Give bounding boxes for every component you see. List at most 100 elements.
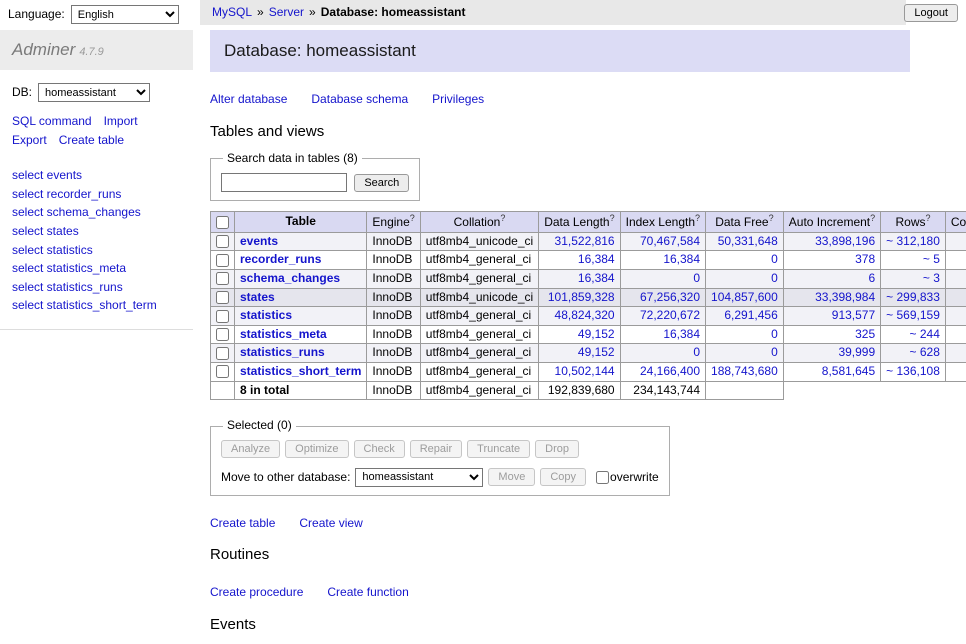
data-length-link[interactable]: 10,502,144 bbox=[555, 364, 615, 378]
index-length-link[interactable]: 70,467,584 bbox=[640, 234, 700, 248]
table-name-link[interactable]: states bbox=[240, 290, 275, 304]
index-length-link[interactable]: 67,256,320 bbox=[640, 290, 700, 304]
table-name-link[interactable]: statistics_runs bbox=[240, 345, 325, 359]
drop-button[interactable]: Drop bbox=[535, 440, 579, 458]
index-length-link[interactable]: 16,384 bbox=[663, 252, 700, 266]
auto-increment-link[interactable]: 325 bbox=[855, 327, 875, 341]
column-hint-link[interactable]: ? bbox=[695, 213, 700, 223]
db-action-link[interactable]: Alter database bbox=[210, 92, 287, 106]
auto-increment-link[interactable]: 33,398,984 bbox=[815, 290, 875, 304]
row-checkbox[interactable] bbox=[216, 328, 229, 341]
data-free-link[interactable]: 0 bbox=[771, 271, 778, 285]
row-checkbox[interactable] bbox=[216, 291, 229, 304]
data-free-link[interactable]: 104,857,600 bbox=[711, 290, 778, 304]
optimize-button[interactable]: Optimize bbox=[285, 440, 348, 458]
data-length-link[interactable]: 31,522,816 bbox=[555, 234, 615, 248]
copy-button[interactable]: Copy bbox=[540, 468, 586, 486]
data-free-link[interactable]: 0 bbox=[771, 252, 778, 266]
db-action-link[interactable]: Database schema bbox=[311, 92, 408, 106]
sidebar-link[interactable]: Create table bbox=[59, 133, 124, 149]
data-length-link[interactable]: 16,384 bbox=[578, 252, 615, 266]
row-checkbox[interactable] bbox=[216, 272, 229, 285]
index-length-link[interactable]: 16,384 bbox=[663, 327, 700, 341]
data-free-link[interactable]: 6,291,456 bbox=[724, 308, 777, 322]
rows-link[interactable]: ~ 628 bbox=[910, 345, 940, 359]
table-name-link[interactable]: statistics bbox=[240, 308, 292, 322]
row-checkbox[interactable] bbox=[216, 235, 229, 248]
table-name-link[interactable]: schema_changes bbox=[240, 271, 340, 285]
row-checkbox[interactable] bbox=[216, 254, 229, 267]
index-length-link[interactable]: 24,166,400 bbox=[640, 364, 700, 378]
create-link[interactable]: Create view bbox=[299, 516, 362, 530]
data-free-link[interactable]: 50,331,648 bbox=[718, 234, 778, 248]
rows-link[interactable]: ~ 569,159 bbox=[886, 308, 940, 322]
sidebar-table-link[interactable]: select statistics_short_term bbox=[12, 298, 181, 314]
rows-link[interactable]: ~ 312,180 bbox=[886, 234, 940, 248]
sidebar-table-link[interactable]: select statistics bbox=[12, 243, 181, 259]
row-checkbox[interactable] bbox=[216, 365, 229, 378]
auto-increment-link[interactable]: 913,577 bbox=[832, 308, 875, 322]
sidebar-table-link[interactable]: select schema_changes bbox=[12, 205, 181, 221]
breadcrumb-mysql-link[interactable]: MySQL bbox=[212, 5, 252, 21]
data-length-link[interactable]: 16,384 bbox=[578, 271, 615, 285]
data-length-link[interactable]: 101,859,328 bbox=[548, 290, 615, 304]
data-free-link[interactable]: 0 bbox=[771, 327, 778, 341]
table-name-link[interactable]: statistics_short_term bbox=[240, 364, 361, 378]
repair-button[interactable]: Repair bbox=[410, 440, 462, 458]
rows-link[interactable]: ~ 136,108 bbox=[886, 364, 940, 378]
sidebar-link[interactable]: Export bbox=[12, 133, 47, 149]
search-input[interactable] bbox=[221, 173, 347, 192]
db-action-link[interactable]: Privileges bbox=[432, 92, 484, 106]
rows-link[interactable]: ~ 299,833 bbox=[886, 290, 940, 304]
routine-link[interactable]: Create procedure bbox=[210, 585, 303, 599]
analyze-button[interactable]: Analyze bbox=[221, 440, 280, 458]
logout-button[interactable]: Logout bbox=[904, 4, 958, 22]
data-length-link[interactable]: 49,152 bbox=[578, 327, 615, 341]
column-hint-link[interactable]: ? bbox=[410, 213, 415, 223]
language-select[interactable]: English bbox=[71, 5, 179, 24]
auto-increment-link[interactable]: 8,581,645 bbox=[822, 364, 875, 378]
select-all-checkbox[interactable] bbox=[216, 216, 229, 229]
sidebar-table-link[interactable]: select recorder_runs bbox=[12, 187, 181, 203]
sidebar-table-link[interactable]: select statistics_meta bbox=[12, 261, 181, 277]
sidebar-table-link[interactable]: select states bbox=[12, 224, 181, 240]
data-free-link[interactable]: 188,743,680 bbox=[711, 364, 778, 378]
auto-increment-link[interactable]: 39,999 bbox=[838, 345, 875, 359]
data-free-link[interactable]: 0 bbox=[771, 345, 778, 359]
sidebar-table-link[interactable]: select statistics_runs bbox=[12, 280, 181, 296]
search-button[interactable]: Search bbox=[354, 174, 409, 192]
routine-link[interactable]: Create function bbox=[327, 585, 408, 599]
overwrite-checkbox[interactable] bbox=[596, 471, 609, 484]
table-name-link[interactable]: recorder_runs bbox=[240, 252, 321, 266]
rows-link[interactable]: ~ 3 bbox=[923, 271, 940, 285]
auto-increment-link[interactable]: 378 bbox=[855, 252, 875, 266]
rows-link[interactable]: ~ 5 bbox=[923, 252, 940, 266]
column-hint-link[interactable]: ? bbox=[870, 213, 875, 223]
row-checkbox[interactable] bbox=[216, 310, 229, 323]
column-hint-link[interactable]: ? bbox=[769, 213, 774, 223]
auto-increment-link[interactable]: 33,898,196 bbox=[815, 234, 875, 248]
table-name-link[interactable]: events bbox=[240, 234, 278, 248]
create-link[interactable]: Create table bbox=[210, 516, 275, 530]
row-checkbox[interactable] bbox=[216, 347, 229, 360]
column-hint-link[interactable]: ? bbox=[610, 213, 615, 223]
move-button[interactable]: Move bbox=[488, 468, 535, 486]
index-length-link[interactable]: 0 bbox=[693, 271, 700, 285]
check-button[interactable]: Check bbox=[354, 440, 405, 458]
sidebar-link[interactable]: SQL command bbox=[12, 114, 92, 130]
sidebar-link[interactable]: Import bbox=[104, 114, 138, 130]
column-hint-link[interactable]: ? bbox=[500, 213, 505, 223]
rows-link[interactable]: ~ 244 bbox=[910, 327, 940, 341]
breadcrumb-server-link[interactable]: Server bbox=[269, 5, 304, 21]
auto-increment-link[interactable]: 6 bbox=[868, 271, 875, 285]
sidebar-table-link[interactable]: select events bbox=[12, 168, 181, 184]
data-length-link[interactable]: 48,824,320 bbox=[555, 308, 615, 322]
table-name-link[interactable]: statistics_meta bbox=[240, 327, 327, 341]
move-db-select[interactable]: homeassistant bbox=[355, 468, 483, 487]
index-length-link[interactable]: 0 bbox=[693, 345, 700, 359]
data-length-link[interactable]: 49,152 bbox=[578, 345, 615, 359]
adminer-logo-link[interactable]: Adminer4.7.9 bbox=[12, 40, 104, 59]
column-hint-link[interactable]: ? bbox=[926, 213, 931, 223]
index-length-link[interactable]: 72,220,672 bbox=[640, 308, 700, 322]
truncate-button[interactable]: Truncate bbox=[467, 440, 530, 458]
